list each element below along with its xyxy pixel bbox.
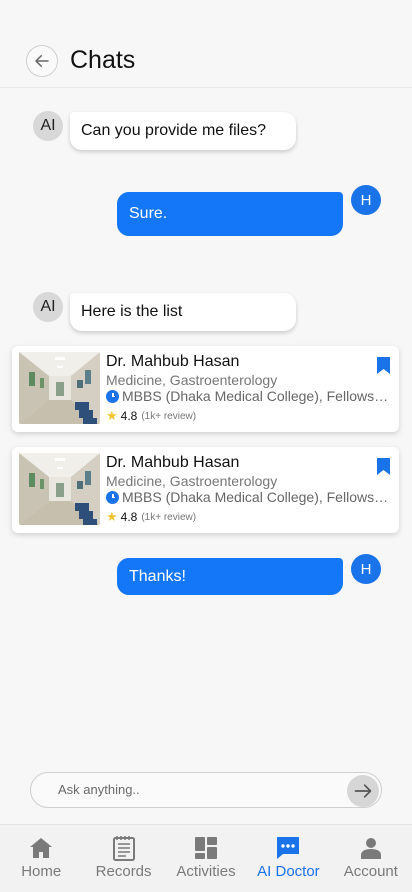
- hospital-corridor-image: [19, 453, 100, 525]
- nav-label: Account: [343, 863, 398, 880]
- doctor-rating: ★ 4.8 (1k+ review): [106, 509, 196, 525]
- nav-item-records[interactable]: Records: [82, 825, 164, 892]
- message-input[interactable]: [58, 782, 338, 797]
- clock-icon: [106, 389, 119, 403]
- clock-icon: [106, 490, 119, 504]
- doctor-card[interactable]: Dr. Mahbub Hasan Medicine, Gastroenterol…: [12, 346, 399, 432]
- message-text: Thanks!: [129, 567, 186, 585]
- bottom-navigation: Home Records Activities AI Doctor Accoun…: [0, 824, 412, 892]
- chat-icon: [275, 835, 301, 861]
- hospital-corridor-image: [19, 352, 100, 424]
- home-icon: [28, 835, 54, 861]
- star-icon: ★: [106, 408, 118, 423]
- chat-composer: [30, 772, 382, 808]
- doctor-specialty: Medicine, Gastroenterology: [106, 372, 278, 388]
- activities-icon: [193, 835, 219, 861]
- doctor-specialty: Medicine, Gastroenterology: [106, 473, 278, 489]
- doctor-rating: ★ 4.8 (1k+ review): [106, 408, 196, 424]
- message-bubble: Can you provide me files?: [70, 112, 296, 150]
- rating-value: 4.8: [120, 510, 138, 524]
- user-avatar: H: [351, 185, 381, 215]
- ai-avatar: AI: [33, 292, 63, 322]
- doctor-name: Dr. Mahbub Hasan: [106, 454, 240, 471]
- account-icon: [358, 835, 384, 861]
- arrow-left-icon: [35, 55, 49, 67]
- message-bubble: Here is the list: [70, 293, 296, 331]
- back-button[interactable]: [26, 45, 58, 77]
- bookmark-icon[interactable]: [377, 357, 390, 374]
- nav-item-home[interactable]: Home: [0, 825, 82, 892]
- review-count: (1k+ review): [141, 511, 197, 523]
- message-text: Here is the list: [81, 303, 183, 320]
- nav-item-activities[interactable]: Activities: [165, 825, 247, 892]
- message-text: Sure.: [129, 205, 168, 222]
- message-bubble: Sure.: [117, 192, 343, 236]
- doctor-degree: MBBS (Dhaka Medical College), Fellowship…: [106, 388, 394, 404]
- nav-label: Activities: [176, 863, 236, 880]
- nav-item-ai-doctor[interactable]: AI Doctor: [247, 825, 329, 892]
- records-icon: [111, 835, 137, 861]
- doctor-name: Dr. Mahbub Hasan: [106, 353, 240, 370]
- app-header: Chats: [0, 0, 412, 88]
- nav-item-account[interactable]: Account: [330, 825, 412, 892]
- doctor-card[interactable]: Dr. Mahbub Hasan Medicine, Gastroenterol…: [12, 447, 399, 533]
- review-count: (1k+ review): [141, 410, 197, 422]
- nav-label: AI Doctor: [257, 863, 320, 880]
- page-title: Chats: [70, 46, 136, 74]
- star-icon: ★: [106, 509, 118, 524]
- rating-value: 4.8: [120, 409, 138, 423]
- arrow-right-icon: [354, 784, 372, 798]
- doctor-degree: MBBS (Dhaka Medical College), Fellowship…: [106, 489, 394, 505]
- user-avatar: H: [351, 554, 381, 584]
- nav-label: Home: [21, 863, 62, 880]
- doctor-degree-text: MBBS (Dhaka Medical College), Fellowship…: [122, 489, 394, 505]
- ai-avatar: AI: [33, 111, 63, 141]
- send-button[interactable]: [347, 775, 379, 807]
- nav-label: Records: [95, 863, 152, 880]
- bookmark-icon[interactable]: [377, 458, 390, 475]
- message-bubble: Thanks!: [117, 558, 343, 595]
- doctor-degree-text: MBBS (Dhaka Medical College), Fellowship…: [122, 388, 394, 404]
- message-text: Can you provide me files?: [81, 122, 266, 139]
